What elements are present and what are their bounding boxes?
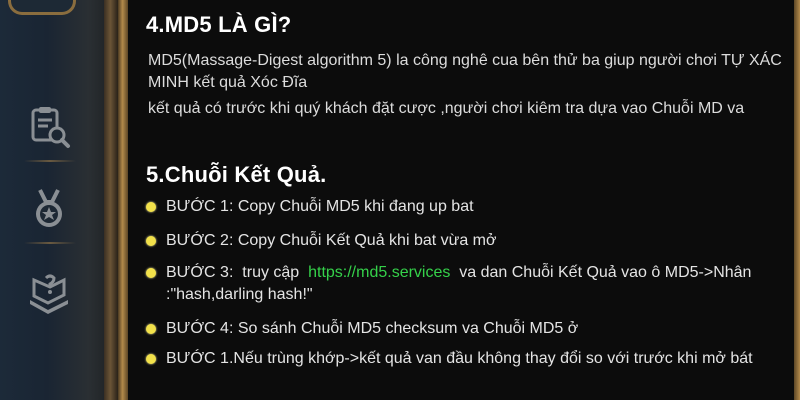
medal-icon [36, 189, 62, 227]
rail-top-ornament [8, 0, 76, 15]
frame-border-right [794, 0, 800, 400]
frame-border-left [118, 0, 128, 400]
step-text: BƯỚC 4: So sánh Chuỗi MD5 checksum va Ch… [166, 320, 579, 337]
bullet-icon [146, 236, 156, 246]
step-item: BƯỚC 2: Copy Chuỗi Kết Quả khi bat vừa m… [146, 230, 786, 252]
section-5-title: 5.Chuỗi Kết Quả. [146, 162, 327, 187]
step-text: BƯỚC 3: truy cập https://md5.services va… [166, 262, 786, 306]
bullet-icon [146, 268, 156, 278]
bullet-icon [146, 324, 156, 334]
nav-item-rewards[interactable] [18, 178, 80, 240]
rail-edge [104, 0, 118, 400]
step-item: BƯỚC 1.Nếu trùng khớp->kết quả van đầu k… [146, 348, 786, 370]
step-text: BƯỚC 1.Nếu trùng khớp->kết quả van đầu k… [166, 350, 753, 367]
md5-services-link[interactable]: https://md5.services [308, 264, 450, 281]
nav-divider [24, 160, 76, 162]
step-3-prefix: BƯỚC 3: truy cập [166, 264, 309, 281]
clipboard-search-icon [31, 107, 70, 148]
bullet-icon [146, 202, 156, 212]
section-4-paragraph-2: kết quả có trước khi quý khách đặt cược … [148, 100, 745, 117]
step-text: BƯỚC 1: Copy Chuỗi MD5 khi đang up bat [166, 198, 474, 215]
section-4-paragraph-1: MD5(Massage-Digest algorithm 5) la công … [148, 52, 782, 91]
section-4-title: 4.MD5 LÀ GÌ? [146, 12, 292, 37]
nav-item-history[interactable] [18, 96, 80, 158]
step-item: BƯỚC 4: So sánh Chuỗi MD5 checksum va Ch… [146, 318, 786, 340]
side-nav [0, 0, 118, 400]
nav-item-guide[interactable] [18, 262, 80, 324]
step-text: BƯỚC 2: Copy Chuỗi Kết Quả khi bat vừa m… [166, 232, 497, 249]
content-panel: 4.MD5 LÀ GÌ? MD5(Massage-Digest algorith… [128, 0, 794, 400]
book-icon [30, 274, 68, 314]
nav-divider [24, 242, 76, 244]
step-item: BƯỚC 3: truy cập https://md5.services va… [146, 262, 786, 306]
bullet-icon [146, 354, 156, 364]
step-item: BƯỚC 1: Copy Chuỗi MD5 khi đang up bat [146, 196, 786, 218]
